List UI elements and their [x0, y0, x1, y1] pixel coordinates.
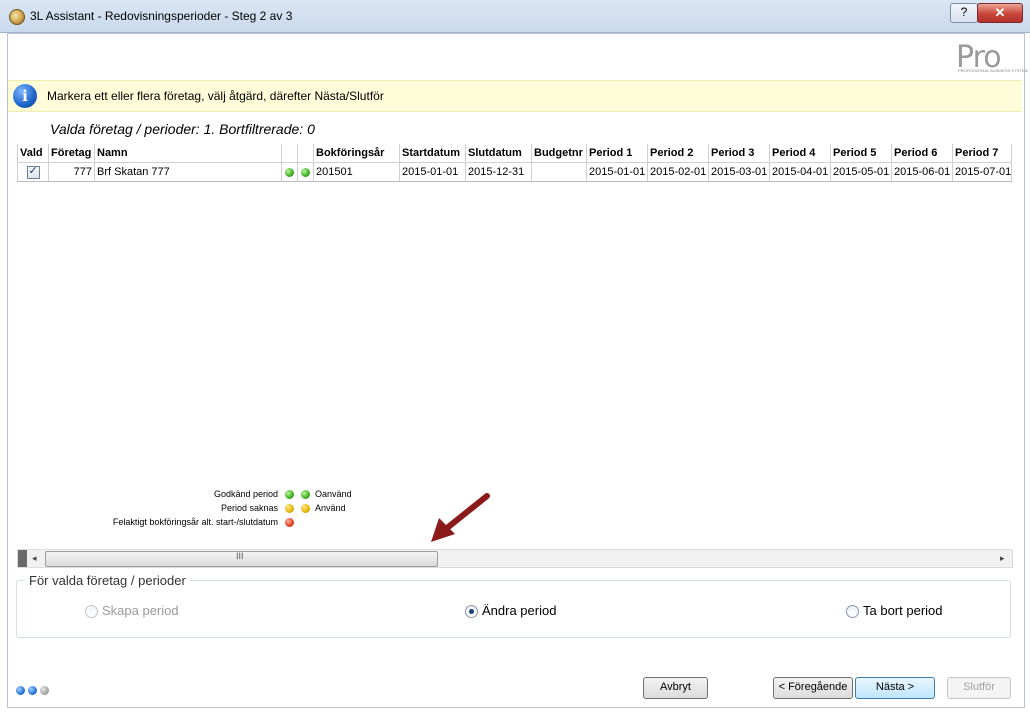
column-header-period-5[interactable]: Period 5: [830, 144, 892, 163]
cell-budgetnr: [531, 162, 587, 182]
legend-godkand-label: Godkänd period: [213, 489, 278, 499]
cell-status-2: [297, 162, 314, 182]
table-header-row: Vald Företag Namn Bokföringsår Startdatu…: [17, 144, 1012, 163]
info-text: Markera ett eller flera företag, välj åt…: [47, 89, 384, 103]
legend-oanvand-label: Oanvänd: [315, 489, 352, 499]
cell-period-2: 2015-02-01: [647, 162, 709, 182]
column-header-bokforingsar[interactable]: Bokföringsår: [313, 144, 400, 163]
radio-andra-period[interactable]: Ändra period: [465, 603, 556, 619]
next-button[interactable]: Nästa >: [855, 677, 935, 699]
column-header-status-2[interactable]: [297, 144, 314, 163]
cell-bokforingsar: 201501: [313, 162, 400, 182]
selection-summary: Valda företag / perioder: 1. Bortfiltrer…: [50, 121, 315, 137]
column-header-period-3[interactable]: Period 3: [708, 144, 770, 163]
horizontal-scrollbar[interactable]: ◂ III ▸: [17, 549, 1013, 568]
legend-red-dot-icon: [285, 518, 294, 527]
row-checkbox[interactable]: ✓: [26, 164, 40, 179]
scroll-block-indicator: [18, 550, 27, 567]
column-header-period-2[interactable]: Period 2: [647, 144, 709, 163]
companies-table: Vald Företag Namn Bokföringsår Startdatu…: [17, 144, 1012, 182]
close-button[interactable]: ✕: [977, 3, 1023, 23]
cell-namn: Brf Skatan 777: [94, 162, 282, 182]
legend-green-dot-icon: [301, 490, 310, 499]
cell-period-5: 2015-05-01: [830, 162, 892, 182]
step-dot-icon: [40, 686, 49, 695]
column-header-vald[interactable]: Vald: [17, 144, 49, 163]
cell-startdatum: 2015-01-01: [399, 162, 466, 182]
scroll-thumb[interactable]: III: [45, 551, 438, 567]
logo-subtitle: PROFESSIONAL BUSINESS SYSTEM: [958, 68, 1028, 73]
previous-button[interactable]: < Föregående: [773, 677, 853, 699]
cell-foretag: 777: [48, 162, 95, 182]
help-button[interactable]: ?: [950, 3, 978, 23]
cell-period-6: 2015-06-01: [891, 162, 953, 182]
legend-saknas-label: Period saknas: [220, 503, 278, 513]
radio-andra-label: Ändra period: [482, 603, 557, 618]
title-bar: 3L Assistant - Redovisningsperioder - St…: [0, 0, 1030, 33]
legend-anvand-label: Använd: [315, 503, 346, 513]
legend-felaktigt-label: Felaktigt bokföringsår alt. start-/slutd…: [112, 517, 278, 527]
action-groupbox-title: För valda företag / perioder: [25, 573, 190, 588]
step-dot-icon: [16, 686, 25, 695]
checkmark-icon: ✓: [28, 164, 38, 177]
column-header-period-7[interactable]: Period 7: [952, 144, 1012, 163]
column-header-startdatum[interactable]: Startdatum: [399, 144, 466, 163]
info-bar: i Markera ett eller flera företag, välj …: [8, 80, 1022, 112]
cell-period-1: 2015-01-01: [586, 162, 648, 182]
column-header-period-6[interactable]: Period 6: [891, 144, 953, 163]
radio-andra-circle[interactable]: [465, 605, 478, 619]
step-indicator: [16, 684, 52, 698]
radio-ta-bort-period[interactable]: Ta bort period: [846, 603, 943, 619]
column-header-budgetnr[interactable]: Budgetnr: [531, 144, 587, 163]
radio-ta-bort-circle[interactable]: [846, 605, 859, 619]
status-green-dot-icon: [285, 167, 294, 177]
radio-skapa-period[interactable]: Skapa period: [85, 603, 179, 619]
radio-skapa-circle[interactable]: [85, 605, 98, 619]
scroll-grip-icon: III: [236, 551, 244, 561]
column-header-status-1[interactable]: [281, 144, 298, 163]
finish-button[interactable]: Slutför: [947, 677, 1011, 699]
cancel-button[interactable]: Avbryt: [643, 677, 708, 699]
cell-period-4: 2015-04-01: [769, 162, 831, 182]
column-header-foretag[interactable]: Företag: [48, 144, 95, 163]
cell-status-1: [281, 162, 298, 182]
scroll-right-arrow-icon[interactable]: ▸: [1000, 553, 1005, 564]
column-header-slutdatum[interactable]: Slutdatum: [465, 144, 532, 163]
radio-skapa-label: Skapa period: [102, 603, 179, 618]
column-header-namn[interactable]: Namn: [94, 144, 282, 163]
cell-slutdatum: 2015-12-31: [465, 162, 532, 182]
legend-yellow-dot-icon: [301, 504, 310, 513]
radio-ta-bort-label: Ta bort period: [863, 603, 943, 618]
status-green-dot-icon: [301, 167, 310, 177]
column-header-period-4[interactable]: Period 4: [769, 144, 831, 163]
info-icon: i: [13, 84, 37, 108]
row-select-cell[interactable]: ✓: [17, 162, 49, 182]
cell-period-7: 2015-07-01: [952, 162, 1012, 182]
annotation-arrow-icon: [431, 493, 490, 542]
scroll-left-arrow-icon[interactable]: ◂: [32, 553, 37, 564]
step-dot-icon: [28, 686, 37, 695]
app-icon: [9, 9, 25, 25]
pro-logo: Pro PROFESSIONAL BUSINESS SYSTEM: [956, 40, 1028, 75]
table-row[interactable]: ✓ 777 Brf Skatan 777 201501 2015-01-01 2…: [17, 162, 1012, 182]
cell-period-3: 2015-03-01: [708, 162, 770, 182]
legend-yellow-dot-icon: [285, 504, 294, 513]
column-header-period-1[interactable]: Period 1: [586, 144, 648, 163]
window-title: 3L Assistant - Redovisningsperioder - St…: [30, 9, 293, 23]
legend-green-dot-icon: [285, 490, 294, 499]
